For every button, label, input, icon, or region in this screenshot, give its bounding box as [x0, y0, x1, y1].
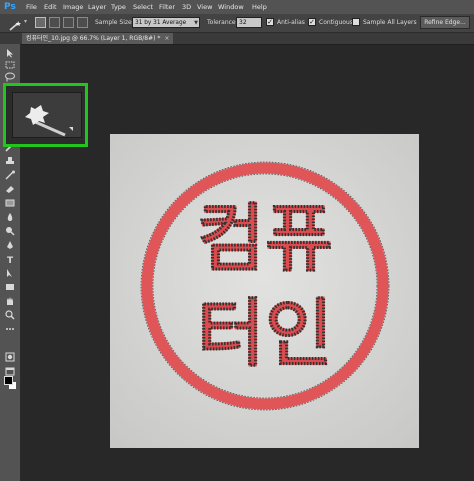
- photoshop-logo: Ps: [4, 2, 16, 12]
- pen-tool-icon[interactable]: [3, 240, 17, 250]
- foreground-color-swatch[interactable]: [4, 376, 13, 385]
- svg-text:T: T: [7, 256, 14, 264]
- sample-size-value: 31 by 31 Average: [135, 20, 187, 26]
- anti-alias-label: Anti-alias: [277, 19, 305, 26]
- sample-size-label: Sample Size:: [95, 19, 134, 26]
- menu-view[interactable]: View: [197, 1, 212, 13]
- more-tools-icon[interactable]: [3, 324, 17, 334]
- menu-3d[interactable]: 3D: [182, 1, 191, 13]
- chevron-down-icon: ▼: [194, 20, 198, 26]
- refine-edge-button[interactable]: Refine Edge...: [420, 16, 470, 29]
- history-brush-tool-icon[interactable]: [3, 170, 17, 180]
- eraser-tool-icon[interactable]: [3, 184, 17, 194]
- menu-filter[interactable]: Filter: [159, 1, 175, 13]
- menu-image[interactable]: Image: [63, 1, 83, 13]
- highlighted-tool-callout: [3, 83, 88, 147]
- zoom-tool-icon[interactable]: [3, 310, 17, 320]
- magic-wand-icon[interactable]: [8, 17, 22, 31]
- dodge-tool-icon[interactable]: [3, 226, 17, 236]
- sample-all-layers-checkbox[interactable]: [352, 18, 360, 26]
- subtract-from-selection-icon[interactable]: [63, 17, 74, 28]
- stamp-text-line-1: 컴퓨: [197, 196, 333, 282]
- tolerance-label: Tolerance:: [207, 19, 238, 26]
- marquee-tool-icon[interactable]: [3, 60, 17, 70]
- hand-tool-icon[interactable]: [3, 296, 17, 306]
- gradient-tool-icon[interactable]: [3, 198, 17, 208]
- magic-wand-tool-button[interactable]: [12, 92, 82, 138]
- anti-alias-checkbox[interactable]: ✓: [266, 18, 274, 26]
- contiguous-label: Contiguous: [319, 19, 353, 26]
- quick-mask-icon[interactable]: [3, 352, 17, 362]
- tool-preset-caret-icon[interactable]: ▾: [24, 18, 27, 25]
- stamp-text-line-2: 터인: [197, 291, 333, 377]
- menu-edit[interactable]: Edit: [44, 1, 57, 13]
- menu-help[interactable]: Help: [252, 1, 267, 13]
- document-title: 컴퓨터인_10.jpg @ 66.7% (Layer 1, RGB/8#) *: [26, 35, 161, 42]
- magic-wand-icon: [25, 105, 73, 137]
- path-selection-tool-icon[interactable]: [3, 268, 17, 278]
- tolerance-input[interactable]: 32: [236, 17, 262, 28]
- intersect-selection-icon[interactable]: [77, 17, 88, 28]
- sample-size-select[interactable]: 31 by 31 Average ▼: [132, 17, 200, 28]
- shape-tool-icon[interactable]: [3, 282, 17, 292]
- add-to-selection-icon[interactable]: [49, 17, 60, 28]
- new-selection-icon[interactable]: [35, 17, 46, 28]
- screen-mode-icon[interactable]: [3, 366, 17, 376]
- type-tool-icon[interactable]: T: [3, 254, 17, 264]
- menu-file[interactable]: File: [26, 1, 37, 13]
- document-tab[interactable]: 컴퓨터인_10.jpg @ 66.7% (Layer 1, RGB/8#) * ×: [22, 33, 174, 44]
- close-icon[interactable]: ×: [164, 35, 169, 42]
- options-bar: ▾ Sample Size: 31 by 31 Average ▼ Tolera…: [0, 14, 474, 33]
- menu-select[interactable]: Select: [133, 1, 153, 13]
- menu-layer[interactable]: Layer: [88, 1, 106, 13]
- menu-type[interactable]: Type: [111, 1, 126, 13]
- stamp-artwork: 컴퓨 터인: [110, 134, 419, 448]
- sample-all-layers-label: Sample All Layers: [363, 19, 417, 26]
- clone-stamp-tool-icon[interactable]: [3, 156, 17, 166]
- menu-window[interactable]: Window: [218, 1, 244, 13]
- blur-tool-icon[interactable]: [3, 212, 17, 222]
- move-tool-icon[interactable]: [3, 48, 17, 58]
- menu-bar: Ps File Edit Image Layer Type Select Fil…: [0, 0, 474, 14]
- document-tab-bar: 컴퓨터인_10.jpg @ 66.7% (Layer 1, RGB/8#) * ×: [0, 33, 474, 45]
- lasso-tool-icon[interactable]: [3, 72, 17, 82]
- document-canvas[interactable]: 컴퓨 터인: [110, 134, 419, 448]
- contiguous-checkbox[interactable]: ✓: [308, 18, 316, 26]
